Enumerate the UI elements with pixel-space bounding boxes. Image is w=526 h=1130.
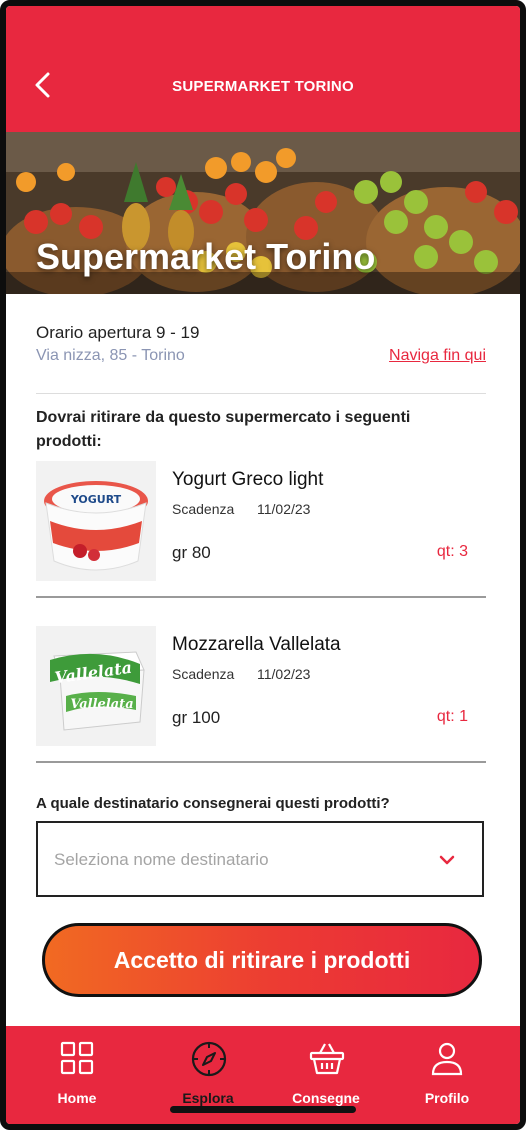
divider [36, 596, 486, 598]
user-icon [431, 1042, 463, 1076]
divider [36, 393, 486, 394]
tab-label: Home [57, 1090, 97, 1106]
grid-icon [60, 1041, 94, 1075]
product-quantity: qt: 3 [436, 543, 468, 560]
expiry-label: Scadenza [172, 666, 235, 682]
opening-hours: Orario apertura 9 - 19 [36, 323, 200, 342]
expiry-label: Scadenza [172, 501, 235, 517]
page-title: SUPERMARKET TORINO [172, 78, 354, 95]
expiry-date: 11/02/23 [257, 666, 311, 682]
recipient-select-placeholder: Seleziona nome destinatario [54, 850, 269, 869]
product-item: Vallelata Vallelata Mozzarella Vallelata… [36, 626, 486, 750]
tab-label: Consegne [292, 1090, 360, 1106]
home-indicator[interactable] [170, 1106, 356, 1113]
store-name-heading: Supermarket Torino [36, 236, 376, 277]
product-item: YOGURT Yogurt Greco light Scadenza 11/02… [36, 461, 486, 585]
store-address: Via nizza, 85 - Torino [36, 347, 185, 364]
tab-label: Profilo [424, 1090, 470, 1106]
compass-icon [191, 1041, 227, 1077]
product-image-mozzarella: Vallelata Vallelata [36, 626, 156, 746]
product-image-yogurt: YOGURT [36, 461, 156, 581]
tab-label: Esplora [182, 1090, 234, 1106]
navigate-link[interactable]: Naviga fin qui [389, 347, 486, 365]
accept-pickup-button[interactable]: Accetto di ritirare i prodotti [42, 923, 482, 997]
app-bar: SUPERMARKET TORINO [6, 6, 520, 132]
basket-icon [309, 1043, 345, 1075]
expiry-date: 11/02/23 [257, 501, 311, 517]
tab-profile[interactable]: Profilo [392, 1026, 502, 1120]
tab-home[interactable]: Home [22, 1026, 132, 1120]
product-name: Mozzarella Vallelata [172, 634, 341, 655]
recipient-question: A quale destinatario consegnerai questi … [36, 795, 390, 812]
recipient-select[interactable]: Seleziona nome destinatario [36, 821, 484, 897]
product-quantity: qt: 1 [436, 708, 468, 725]
product-logo-text: YOGURT [70, 493, 122, 506]
store-hero-image: Supermarket Torino [6, 132, 520, 294]
pickup-instructions: Dovrai ritirare da questo supermercato i… [36, 409, 411, 450]
product-weight: gr 100 [172, 708, 221, 727]
phone-screen: SUPERMARKET TORINO Supermarket Torino Or… [0, 0, 526, 1130]
product-weight: gr 80 [172, 543, 211, 562]
product-logo-text: Vallelata [70, 697, 133, 712]
chevron-down-icon [439, 855, 455, 865]
divider [36, 761, 486, 763]
bottom-tab-bar: Home Esplora Consegne Profilo [6, 1026, 520, 1124]
product-name: Yogurt Greco light [172, 469, 324, 490]
